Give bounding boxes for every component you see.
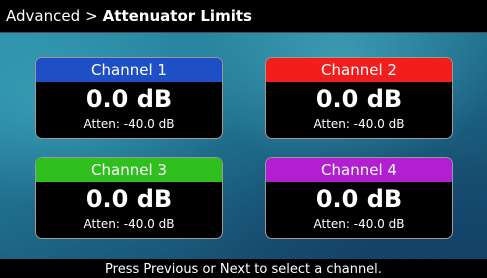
title-bar: Advanced > Attenuator Limits: [0, 0, 487, 33]
channel-4-value: 0.0 dB: [315, 185, 403, 213]
channel-3-header: Channel 3: [36, 158, 222, 182]
channel-3-card[interactable]: Channel 3 0.0 dB Atten: -40.0 dB: [35, 157, 223, 239]
channel-grid: Channel 1 0.0 dB Atten: -40.0 dB Channel…: [0, 33, 487, 259]
footer-hint: Press Previous or Next to select a chann…: [0, 259, 487, 278]
channel-2-atten: Atten: -40.0 dB: [313, 117, 405, 131]
channel-3-value: 0.0 dB: [85, 185, 173, 213]
channel-1-card[interactable]: Channel 1 0.0 dB Atten: -40.0 dB: [35, 57, 223, 139]
channel-4-card[interactable]: Channel 4 0.0 dB Atten: -40.0 dB: [265, 157, 453, 239]
channel-1-header: Channel 1: [36, 58, 222, 82]
channel-4-atten: Atten: -40.0 dB: [313, 217, 405, 231]
channel-1-atten: Atten: -40.0 dB: [83, 117, 175, 131]
breadcrumb-separator: >: [85, 7, 98, 25]
channel-1-value: 0.0 dB: [85, 85, 173, 113]
page-title: Attenuator Limits: [102, 7, 252, 25]
channel-2-card[interactable]: Channel 2 0.0 dB Atten: -40.0 dB: [265, 57, 453, 139]
breadcrumb-parent[interactable]: Advanced: [6, 7, 80, 25]
channel-2-value: 0.0 dB: [315, 85, 403, 113]
channel-3-atten: Atten: -40.0 dB: [83, 217, 175, 231]
channel-4-header: Channel 4: [266, 158, 452, 182]
channel-2-header: Channel 2: [266, 58, 452, 82]
